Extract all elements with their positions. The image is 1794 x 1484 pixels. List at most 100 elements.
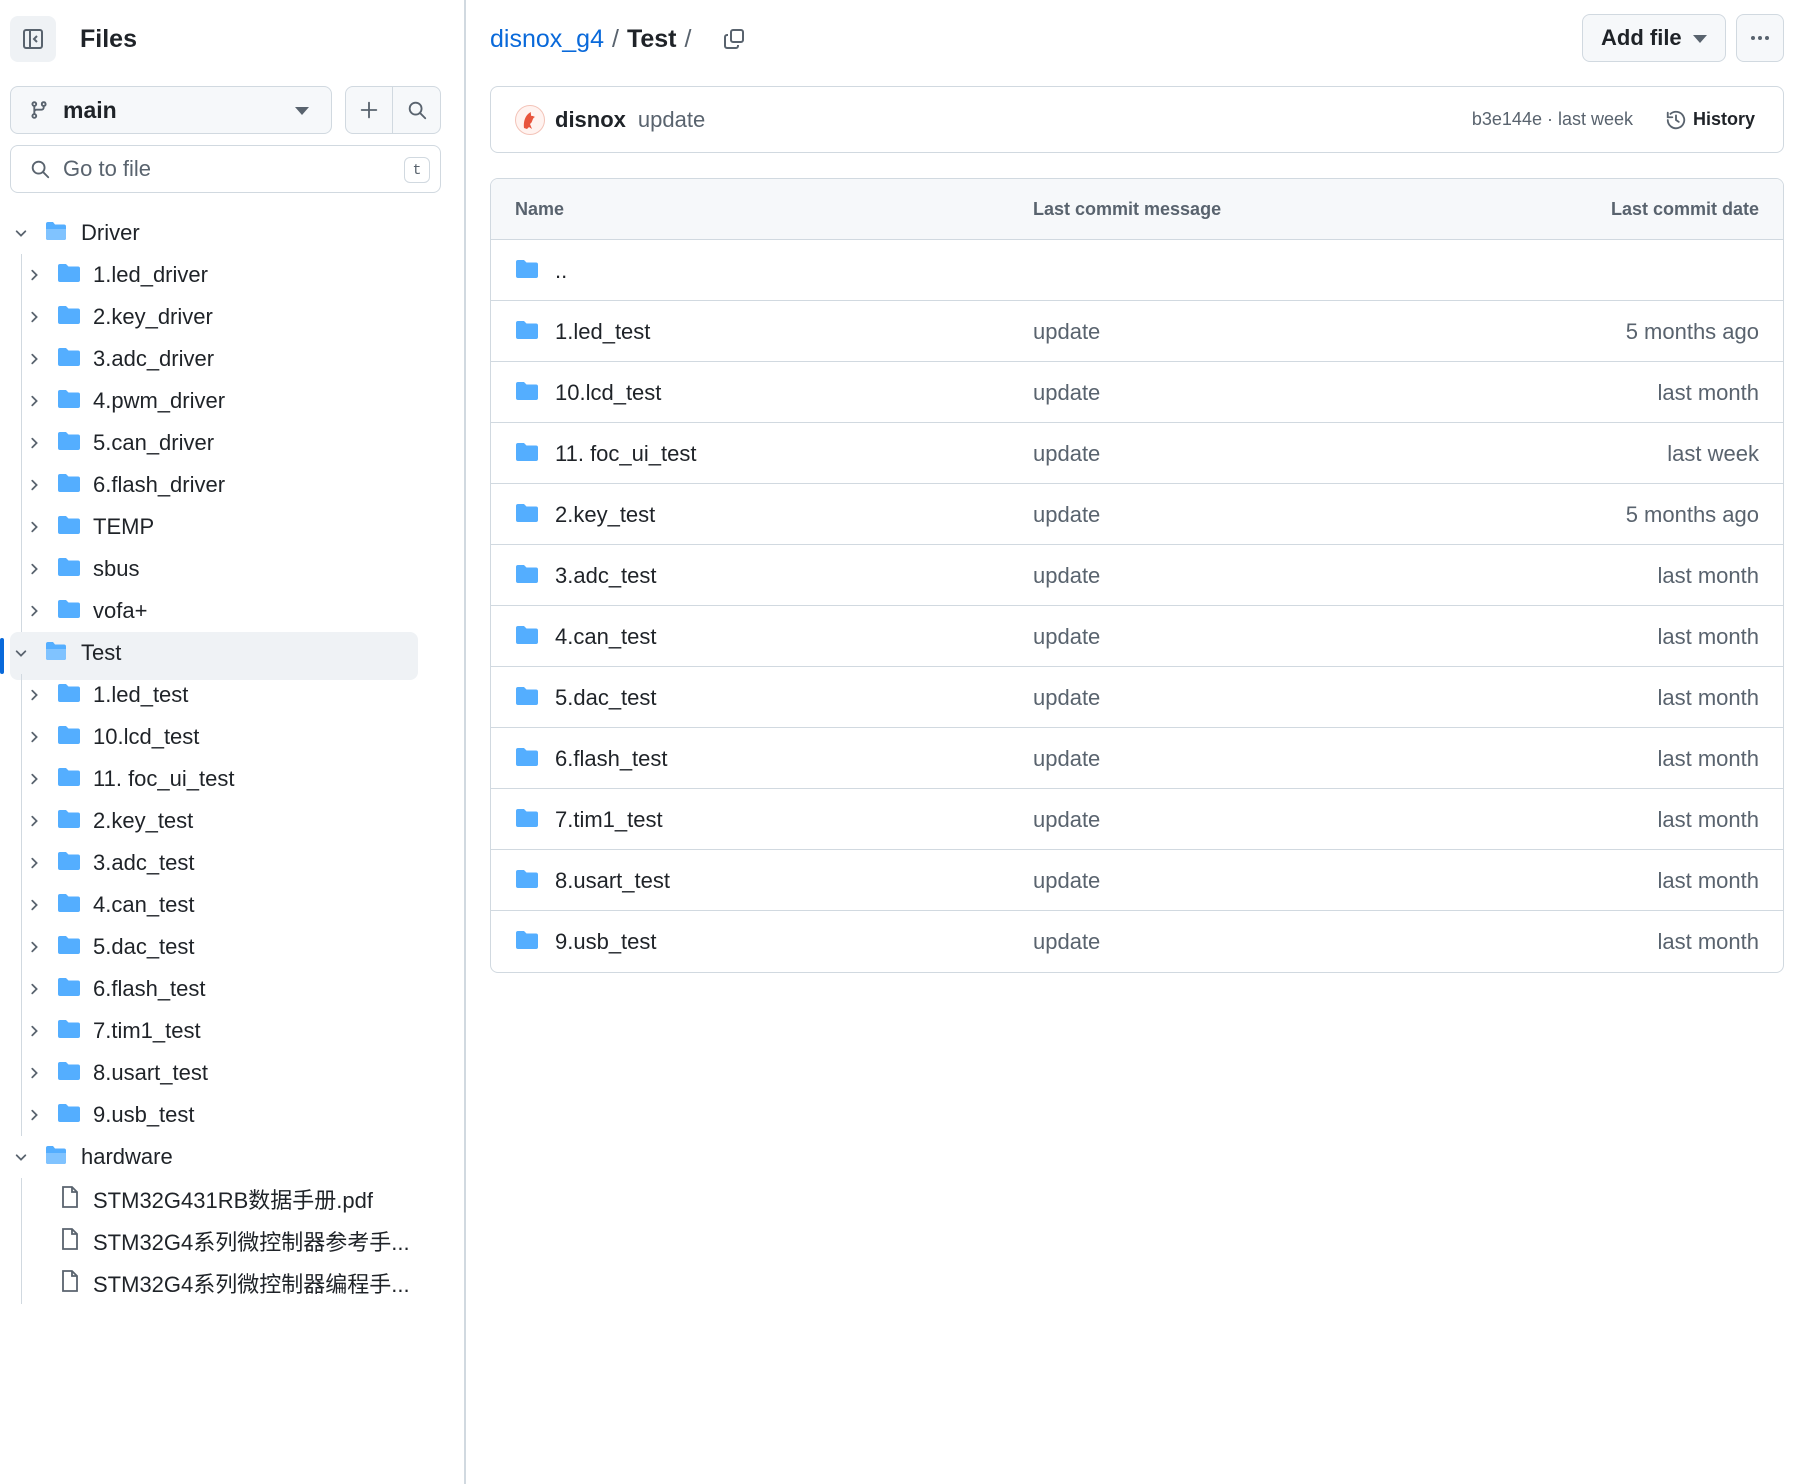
- tree-folder-item[interactable]: hardware: [0, 1136, 466, 1178]
- tree-folder-item[interactable]: 1.led_test: [0, 674, 466, 716]
- tree-folder-item[interactable]: 4.can_test: [0, 884, 466, 926]
- tree-folder-item[interactable]: 6.flash_driver: [0, 464, 466, 506]
- chevron-right-icon[interactable]: [25, 812, 43, 830]
- tree-file-item[interactable]: STM32G4系列微控制器参考手...: [0, 1220, 466, 1262]
- tree-folder-item[interactable]: sbus: [0, 548, 466, 590]
- table-row[interactable]: 6.flash_test update last month: [491, 728, 1783, 789]
- chevron-down-icon[interactable]: [12, 224, 30, 242]
- row-name-link[interactable]: ..: [555, 258, 567, 284]
- tree-folder-item[interactable]: 8.usart_test: [0, 1052, 466, 1094]
- row-commit-message[interactable]: update: [1033, 319, 1100, 345]
- tree-folder-item[interactable]: 3.adc_test: [0, 842, 466, 884]
- chevron-right-icon[interactable]: [25, 770, 43, 788]
- tree-folder-item[interactable]: 7.tim1_test: [0, 1010, 466, 1052]
- table-row[interactable]: 8.usart_test update last month: [491, 850, 1783, 911]
- chevron-right-icon[interactable]: [25, 938, 43, 956]
- add-file-dropdown-button[interactable]: Add file: [1582, 14, 1726, 62]
- tree-folder-item[interactable]: 10.lcd_test: [0, 716, 466, 758]
- chevron-right-icon[interactable]: [25, 896, 43, 914]
- chevron-right-icon[interactable]: [25, 1022, 43, 1040]
- chevron-right-icon[interactable]: [25, 560, 43, 578]
- row-name-link[interactable]: 6.flash_test: [555, 746, 668, 772]
- branch-selector-button[interactable]: main: [10, 86, 332, 134]
- table-row[interactable]: 4.can_test update last month: [491, 606, 1783, 667]
- row-name-link[interactable]: 10.lcd_test: [555, 380, 661, 406]
- chevron-right-icon[interactable]: [25, 476, 43, 494]
- chevron-right-icon[interactable]: [25, 392, 43, 410]
- row-commit-message[interactable]: update: [1033, 502, 1100, 528]
- chevron-right-icon[interactable]: [25, 602, 43, 620]
- commit-author[interactable]: disnox: [555, 107, 626, 133]
- tree-folder-item[interactable]: 5.can_driver: [0, 422, 466, 464]
- sidebar-collapse-button[interactable]: [10, 16, 56, 62]
- commit-message[interactable]: update: [638, 107, 705, 133]
- copy-path-button[interactable]: [719, 24, 749, 54]
- chevron-right-icon[interactable]: [25, 434, 43, 452]
- tree-folder-item[interactable]: 1.led_driver: [0, 254, 466, 296]
- row-name-link[interactable]: 3.adc_test: [555, 563, 657, 589]
- table-row[interactable]: 2.key_test update 5 months ago: [491, 484, 1783, 545]
- chevron-right-icon[interactable]: [25, 350, 43, 368]
- tree-folder-item[interactable]: 2.key_test: [0, 800, 466, 842]
- table-row[interactable]: 11. foc_ui_test update last week: [491, 423, 1783, 484]
- chevron-right-icon[interactable]: [25, 1106, 43, 1124]
- chevron-right-icon[interactable]: [25, 686, 43, 704]
- row-name-link[interactable]: 7.tim1_test: [555, 807, 663, 833]
- row-commit-message[interactable]: update: [1033, 807, 1100, 833]
- more-options-button[interactable]: [1736, 14, 1784, 62]
- add-file-button[interactable]: [346, 87, 394, 133]
- row-commit-message[interactable]: update: [1033, 441, 1100, 467]
- row-name-link[interactable]: 1.led_test: [555, 319, 650, 345]
- tree-folder-item[interactable]: 6.flash_test: [0, 968, 466, 1010]
- chevron-right-icon[interactable]: [25, 728, 43, 746]
- tree-folder-item[interactable]: 11. foc_ui_test: [0, 758, 466, 800]
- row-commit-message[interactable]: update: [1033, 685, 1100, 711]
- table-row[interactable]: 1.led_test update 5 months ago: [491, 301, 1783, 362]
- table-row[interactable]: 7.tim1_test update last month: [491, 789, 1783, 850]
- row-name-link[interactable]: 5.dac_test: [555, 685, 657, 711]
- row-name-link[interactable]: 9.usb_test: [555, 929, 657, 955]
- chevron-down-icon[interactable]: [12, 644, 30, 662]
- tree-folder-item[interactable]: Driver: [0, 212, 466, 254]
- tree-folder-item[interactable]: Test: [0, 632, 466, 680]
- table-row[interactable]: 9.usb_test update last month: [491, 911, 1783, 972]
- tree-folder-item[interactable]: 9.usb_test: [0, 1094, 466, 1136]
- go-to-file-field[interactable]: t: [10, 145, 441, 193]
- tree-folder-item[interactable]: 3.adc_driver: [0, 338, 466, 380]
- row-name-link[interactable]: 8.usart_test: [555, 868, 670, 894]
- row-name-link[interactable]: 11. foc_ui_test: [555, 441, 696, 467]
- tree-folder-item[interactable]: 5.dac_test: [0, 926, 466, 968]
- parent-directory-row[interactable]: ..: [491, 240, 1783, 301]
- chevron-right-icon[interactable]: [25, 854, 43, 872]
- tree-folder-item[interactable]: 4.pwm_driver: [0, 380, 466, 422]
- history-button[interactable]: History: [1665, 109, 1755, 131]
- tree-folder-item[interactable]: TEMP: [0, 506, 466, 548]
- go-to-file-input[interactable]: [63, 156, 383, 182]
- tree-file-item[interactable]: STM32G4系列微控制器编程手...: [0, 1262, 466, 1304]
- row-commit-message[interactable]: update: [1033, 380, 1100, 406]
- table-row[interactable]: 3.adc_test update last month: [491, 545, 1783, 606]
- tree-file-item[interactable]: STM32G431RB数据手册.pdf: [0, 1178, 466, 1220]
- chevron-right-icon[interactable]: [25, 1064, 43, 1082]
- table-row[interactable]: 5.dac_test update last month: [491, 667, 1783, 728]
- row-commit-message[interactable]: update: [1033, 746, 1100, 772]
- chevron-right-icon[interactable]: [25, 980, 43, 998]
- row-commit-message[interactable]: update: [1033, 563, 1100, 589]
- row-commit-message[interactable]: update: [1033, 868, 1100, 894]
- search-button[interactable]: [393, 87, 440, 133]
- chevron-right-icon[interactable]: [25, 308, 43, 326]
- chevron-down-icon[interactable]: [12, 1148, 30, 1166]
- commit-meta[interactable]: b3e144e · last week: [1472, 109, 1633, 130]
- tree-folder-item[interactable]: vofa+: [0, 590, 466, 632]
- row-name-link[interactable]: 2.key_test: [555, 502, 655, 528]
- breadcrumb-repo-link[interactable]: disnox_g4: [490, 25, 604, 54]
- row-commit-message[interactable]: update: [1033, 624, 1100, 650]
- chevron-right-icon[interactable]: [25, 266, 43, 284]
- chevron-right-icon[interactable]: [25, 518, 43, 536]
- tree-item-label: sbus: [93, 556, 140, 581]
- avatar[interactable]: [515, 104, 545, 135]
- tree-folder-item[interactable]: 2.key_driver: [0, 296, 466, 338]
- table-row[interactable]: 10.lcd_test update last month: [491, 362, 1783, 423]
- row-name-link[interactable]: 4.can_test: [555, 624, 657, 650]
- row-commit-message[interactable]: update: [1033, 929, 1100, 955]
